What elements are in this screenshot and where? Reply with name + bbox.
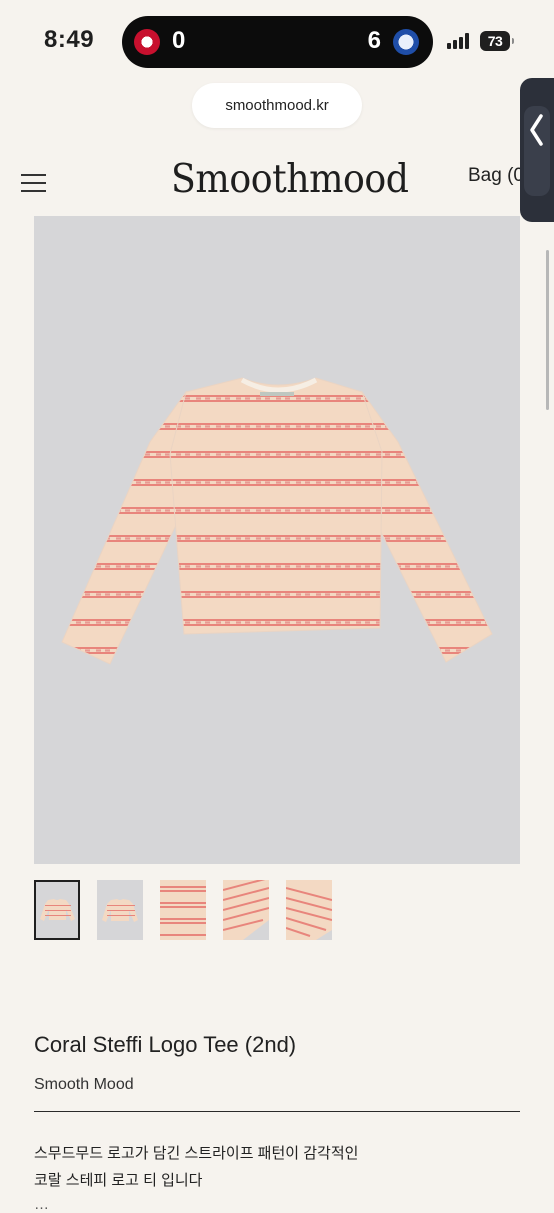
status-bar: 8:49 0 6 73 <box>0 0 554 84</box>
thumbnail-sleeve-closeup-icon <box>223 880 269 940</box>
address-bar[interactable]: smoothmood.kr <box>192 83 362 128</box>
live-activity-scoreboard[interactable]: 0 6 <box>122 16 433 68</box>
product-description-line: 코랄 스테피 로고 티 입니다 <box>34 1172 203 1189</box>
thumbnail-5[interactable] <box>286 880 332 940</box>
product-description-line: 스무드무드 로고가 담긴 스트라이프 패턴이 감각적인 <box>34 1145 359 1162</box>
menu-icon[interactable] <box>21 172 46 192</box>
home-team-logo-icon <box>134 29 160 55</box>
product-main-image[interactable] <box>34 216 520 864</box>
cellular-signal-icon <box>447 33 473 49</box>
thumbnail-tee-icon <box>36 882 78 938</box>
home-score: 0 <box>172 27 186 54</box>
thumbnail-4[interactable] <box>223 880 269 940</box>
scroll-indicator[interactable] <box>546 250 549 410</box>
side-panel-handle[interactable] <box>520 78 554 222</box>
product-description-line: … <box>34 1196 49 1213</box>
bag-link[interactable]: Bag (0 <box>468 165 524 187</box>
away-team-logo-icon <box>393 29 419 55</box>
battery-icon: 73 <box>480 31 514 51</box>
brand-logo[interactable]: Smoothmood <box>171 150 409 210</box>
status-time: 8:49 <box>44 26 95 53</box>
away-score: 6 <box>367 27 381 54</box>
product-brand[interactable]: Smooth Mood <box>34 1076 134 1094</box>
thumbnail-2[interactable] <box>97 880 143 940</box>
thumbnail-cuff-closeup-icon <box>286 880 332 940</box>
chevron-left-icon <box>530 114 543 146</box>
thumbnail-fabric-closeup-icon <box>160 880 206 940</box>
divider <box>34 1111 520 1112</box>
striped-tee-illustration <box>61 377 493 665</box>
thumbnail-1[interactable] <box>34 880 80 940</box>
thumbnail-tee-back-icon <box>97 880 143 940</box>
product-title: Coral Steffi Logo Tee (2nd) <box>34 1032 297 1057</box>
thumbnail-3[interactable] <box>160 880 206 940</box>
